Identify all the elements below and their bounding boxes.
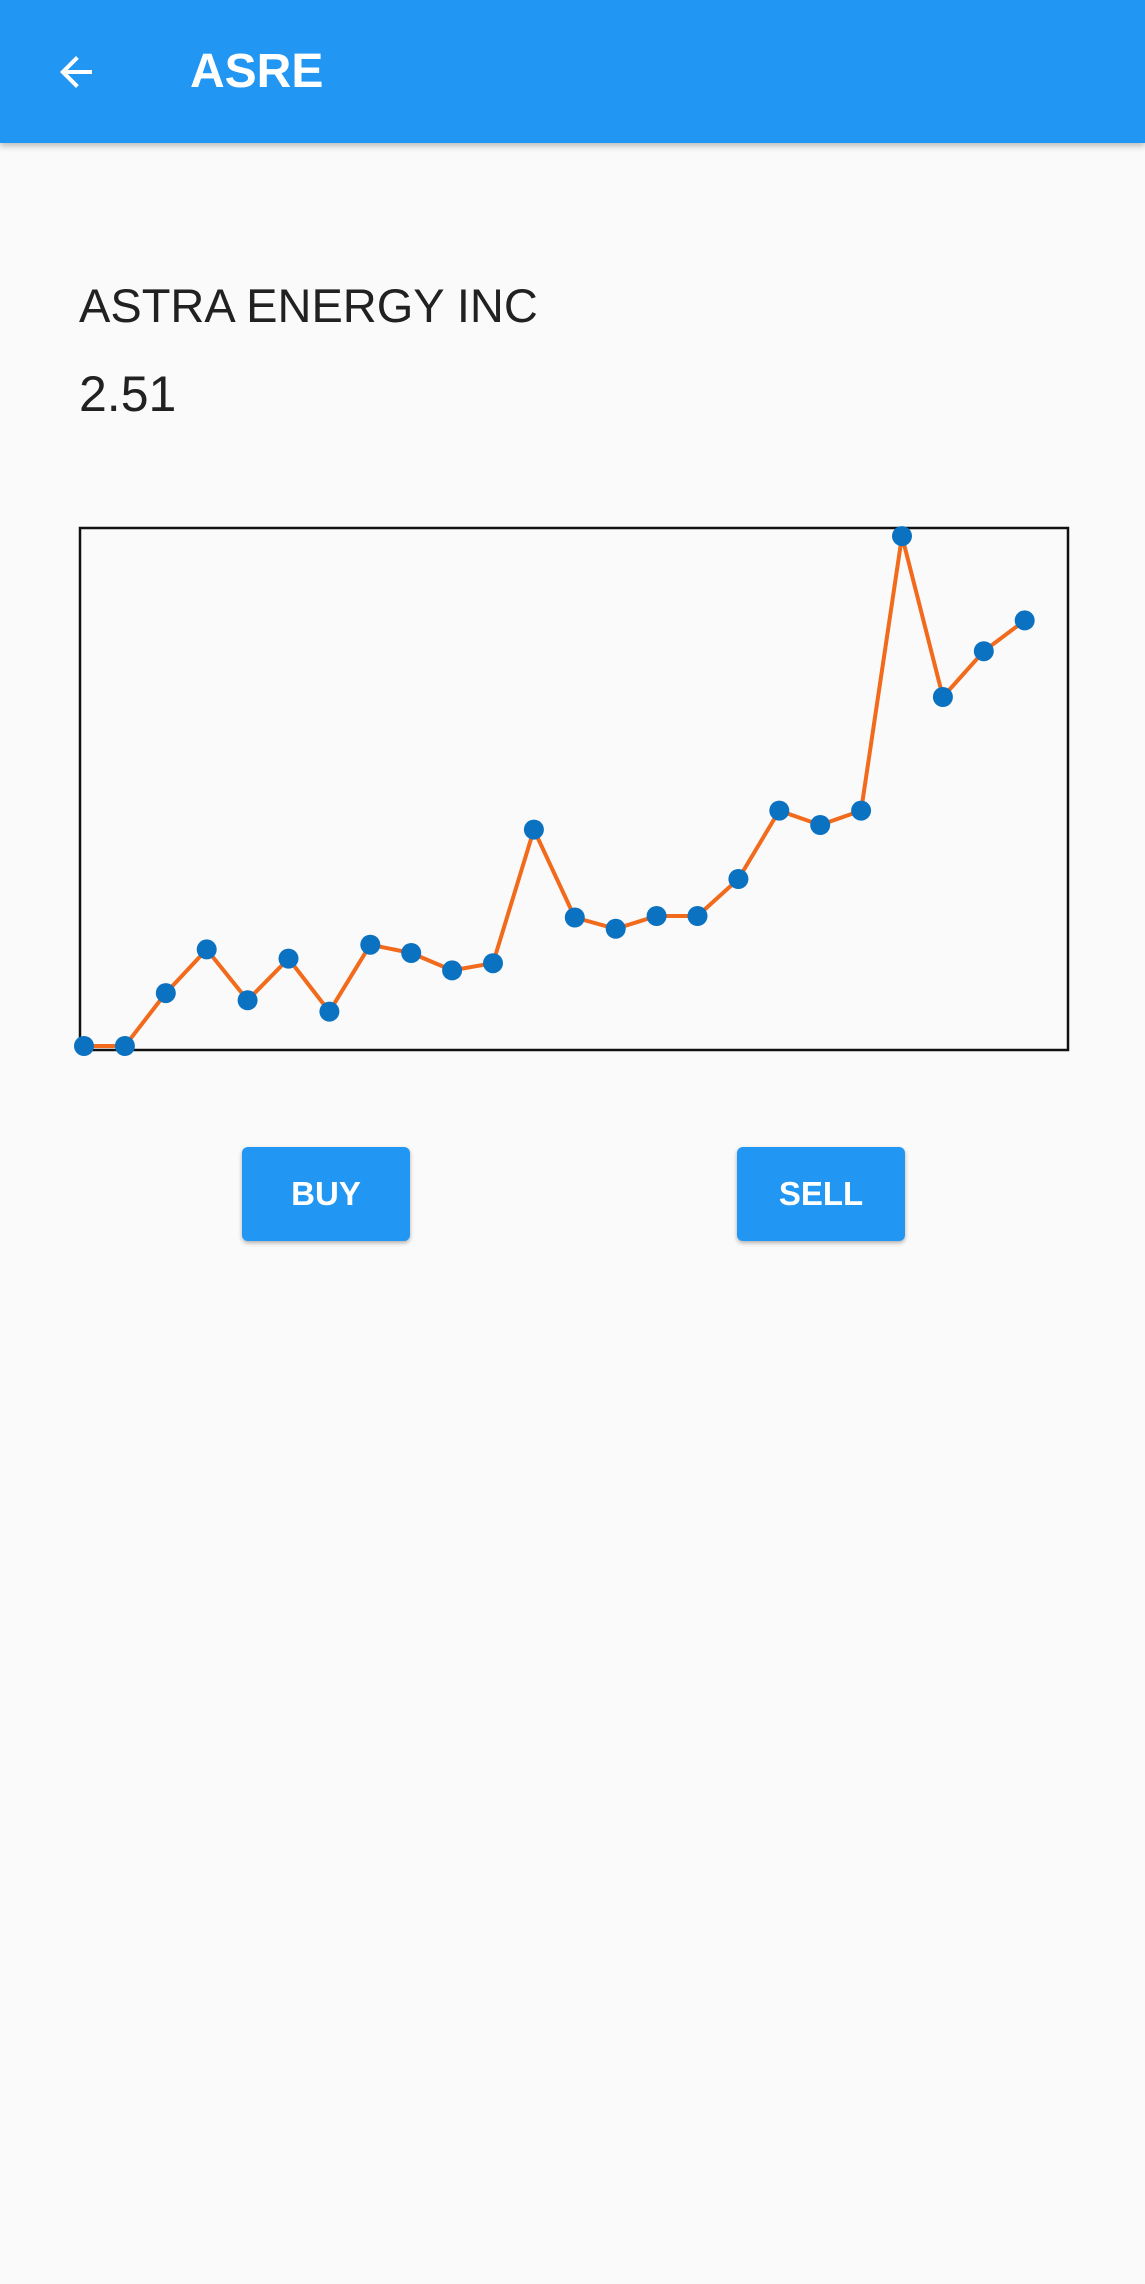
- price-chart-container: [0, 0, 1145, 1100]
- price-data-point: [810, 815, 831, 835]
- price-series-line: [84, 534, 1026, 1048]
- price-data-point: [646, 906, 667, 926]
- app-bar: ASRE: [0, 0, 1145, 143]
- price-data-point: [892, 526, 912, 547]
- price-data-point: [932, 687, 953, 707]
- price-data-point: [278, 948, 299, 969]
- price-data-point: [851, 800, 872, 821]
- price-data-point: [687, 906, 708, 926]
- price-data-point: [237, 990, 258, 1011]
- price-data-point: [74, 1036, 94, 1056]
- back-button[interactable]: [40, 36, 112, 108]
- price-data-point: [319, 1001, 340, 1022]
- sell-button[interactable]: SELL: [737, 1147, 905, 1241]
- price-chart: [74, 526, 1070, 1056]
- price-data-point: [442, 960, 463, 981]
- stock-price: 2.51: [79, 366, 177, 422]
- page-title: ASRE: [190, 45, 324, 98]
- price-data-point: [114, 1036, 135, 1056]
- chart-frame: [78, 526, 1070, 1052]
- price-data-point: [728, 869, 749, 889]
- price-data-point: [973, 641, 994, 662]
- price-data-point: [564, 907, 585, 928]
- price-data-point: [155, 983, 176, 1004]
- price-data-point: [1014, 610, 1035, 631]
- buy-button[interactable]: BUY: [242, 1147, 410, 1241]
- price-data-point: [483, 953, 503, 974]
- company-name: ASTRA ENERGY INC: [79, 279, 538, 332]
- price-data-point: [769, 800, 790, 821]
- price-data-point: [360, 934, 381, 955]
- price-data-point: [196, 939, 217, 960]
- price-data-point: [401, 943, 422, 963]
- price-data-point: [523, 819, 544, 840]
- price-data-point: [605, 918, 626, 939]
- arrow-left-icon: [60, 56, 92, 88]
